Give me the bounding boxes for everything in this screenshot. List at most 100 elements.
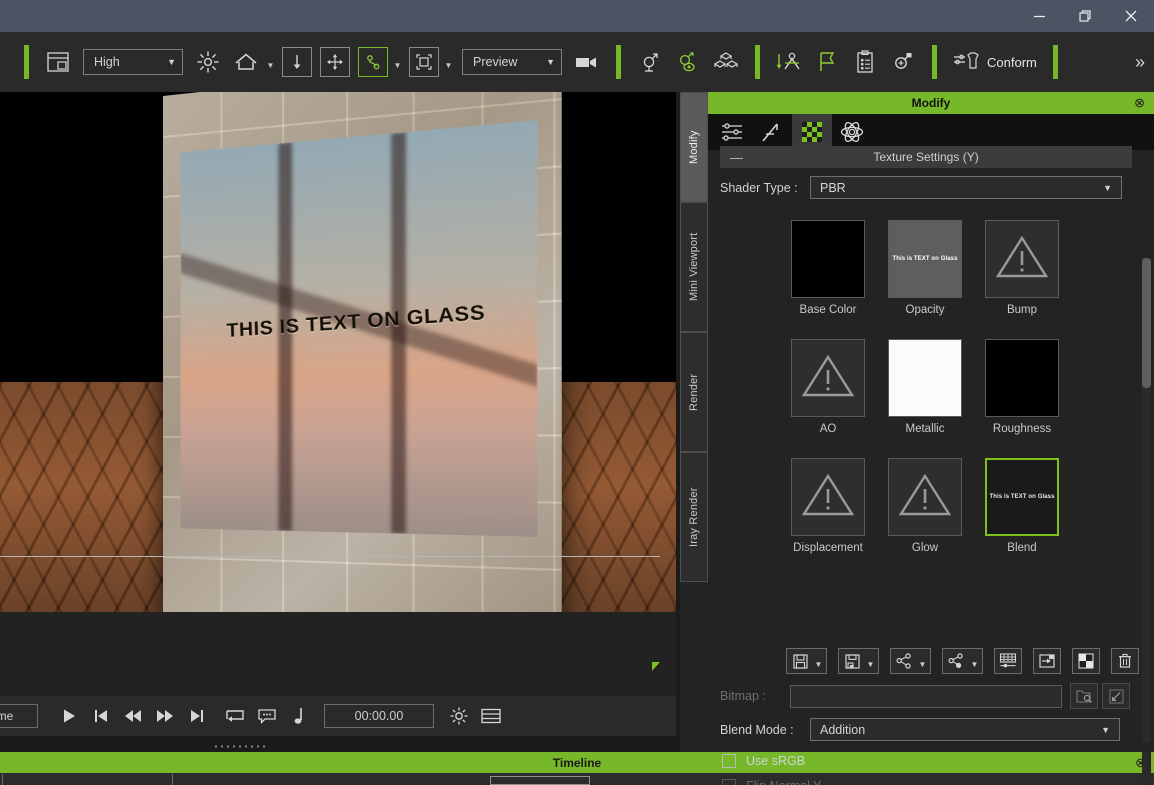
- texture-thumbnail[interactable]: [888, 458, 962, 536]
- texture-thumbnail[interactable]: [985, 339, 1059, 417]
- move-transform-icon[interactable]: [320, 47, 350, 77]
- quality-select[interactable]: High ▼: [83, 49, 183, 75]
- texture-thumbnail[interactable]: [791, 339, 865, 417]
- sun-light-icon[interactable]: [193, 47, 223, 77]
- slot-caption: Metallic: [905, 423, 945, 435]
- viewport-3d[interactable]: THIS IS TEXT ON GLASS: [0, 92, 676, 612]
- use-srgb-checkbox[interactable]: [722, 754, 736, 768]
- tab-texture[interactable]: [792, 114, 832, 150]
- panel-scrollbar-thumb[interactable]: [1142, 258, 1151, 388]
- texture-slot-metallic[interactable]: Metallic: [877, 339, 973, 435]
- save-as-texture-button[interactable]: [838, 648, 866, 674]
- camera-icon[interactable]: [572, 47, 602, 77]
- save-texture-button[interactable]: [786, 648, 814, 674]
- pose-dropdown-caret[interactable]: ▼: [392, 47, 403, 77]
- comment-icon[interactable]: [252, 701, 282, 731]
- male-figure-icon[interactable]: [635, 47, 665, 77]
- texture-thumbnail[interactable]: [791, 458, 865, 536]
- blocks-icon[interactable]: [711, 47, 741, 77]
- timeline-playhead-marker[interactable]: [652, 662, 660, 671]
- toolbar-separator: [932, 45, 937, 79]
- texture-thumbnail[interactable]: [791, 220, 865, 298]
- apply-pose-icon[interactable]: [774, 47, 804, 77]
- share-caret[interactable]: ▼: [915, 648, 931, 674]
- music-note-icon[interactable]: [284, 701, 314, 731]
- toolbar-overflow-button[interactable]: »: [1135, 52, 1145, 73]
- share-node-caret[interactable]: ▼: [967, 648, 983, 674]
- bitmap-input[interactable]: [790, 684, 1062, 708]
- bounding-box-icon[interactable]: [409, 47, 439, 77]
- skip-to-start-icon[interactable]: [86, 701, 116, 731]
- grid-adjust-button[interactable]: [994, 648, 1022, 674]
- modify-panel-header: Modify ⊗: [708, 92, 1154, 114]
- sidebar-item-render[interactable]: Render: [680, 332, 708, 452]
- conform-button[interactable]: Conform: [953, 51, 1037, 74]
- texture-thumbnail[interactable]: [888, 339, 962, 417]
- tab-pose[interactable]: [752, 114, 792, 150]
- save-texture-caret[interactable]: ▼: [811, 648, 827, 674]
- pose-edit-icon[interactable]: [673, 47, 703, 77]
- share-node-button[interactable]: [942, 648, 970, 674]
- list-panel-icon[interactable]: [476, 701, 506, 731]
- flip-normal-y-row: Flip Normal Y: [722, 779, 821, 785]
- clipboard-list-icon[interactable]: [850, 47, 880, 77]
- collapse-icon[interactable]: —: [730, 150, 743, 165]
- blend-mode-select[interactable]: Addition ▼: [810, 718, 1120, 741]
- gear-sun-icon[interactable]: [444, 701, 474, 731]
- timecode-field[interactable]: 00:00.00: [324, 704, 434, 728]
- fast-forward-icon[interactable]: [150, 701, 180, 731]
- sidebar-item-mini-viewport[interactable]: Mini Viewport: [680, 202, 708, 332]
- sidebar-item-modify[interactable]: Modify: [680, 92, 708, 202]
- save-as-texture-caret[interactable]: ▼: [863, 648, 879, 674]
- texture-slot-ao[interactable]: AO: [780, 339, 876, 435]
- time-label-field[interactable]: ime: [0, 704, 38, 728]
- timeline-clip[interactable]: [490, 776, 590, 785]
- panel-drag-grip[interactable]: [213, 744, 269, 749]
- loop-icon[interactable]: [220, 701, 250, 731]
- close-button[interactable]: [1108, 0, 1154, 32]
- sidebar-item-iray-render[interactable]: Iray Render: [680, 452, 708, 582]
- texture-thumbnail[interactable]: This is TEXT on Glass: [888, 220, 962, 298]
- texture-thumbnail[interactable]: [985, 220, 1059, 298]
- panel-close-icon[interactable]: ⊗: [1134, 95, 1145, 111]
- minimize-button[interactable]: [1016, 0, 1062, 32]
- play-icon[interactable]: [54, 701, 84, 731]
- home-dropdown-caret[interactable]: ▼: [265, 47, 276, 77]
- share-button[interactable]: [890, 648, 918, 674]
- restore-button[interactable]: [1062, 0, 1108, 32]
- use-srgb-row[interactable]: Use sRGB: [722, 754, 805, 768]
- texture-slot-bump[interactable]: Bump: [974, 220, 1070, 316]
- tab-physics[interactable]: [832, 114, 872, 150]
- texture-thumbnail[interactable]: This is TEXT on Glass: [985, 458, 1059, 536]
- texture-slot-base-color[interactable]: Base Color: [780, 220, 876, 316]
- texture-slot-blend[interactable]: This is TEXT on Glass Blend: [974, 458, 1070, 554]
- folder-search-icon[interactable]: [1070, 683, 1098, 709]
- shader-type-select[interactable]: PBR ▼: [810, 176, 1122, 199]
- skip-to-end-icon[interactable]: [182, 701, 212, 731]
- panel-scrollbar[interactable]: [1142, 258, 1151, 785]
- pick-arrow-icon[interactable]: [1102, 683, 1130, 709]
- pose-figure-icon[interactable]: [358, 47, 388, 77]
- preview-select[interactable]: Preview ▼: [462, 49, 562, 75]
- rewind-icon[interactable]: [118, 701, 148, 731]
- layout-panel-icon[interactable]: [43, 47, 73, 77]
- drop-to-floor-icon[interactable]: [282, 47, 312, 77]
- texture-slot-roughness[interactable]: Roughness: [974, 339, 1070, 435]
- magnify-sphere-icon[interactable]: [888, 47, 918, 77]
- checker-button[interactable]: [1072, 648, 1100, 674]
- slot-caption: Bump: [1006, 304, 1038, 316]
- blend-mode-row: Blend Mode : Addition ▼: [720, 718, 1140, 741]
- texture-settings-section-header[interactable]: — Texture Settings (Y): [720, 146, 1132, 168]
- texture-slot-displacement[interactable]: Displacement: [780, 458, 876, 554]
- texture-slot-glow[interactable]: Glow: [877, 458, 973, 554]
- texture-slot-opacity[interactable]: This is TEXT on Glass Opacity: [877, 220, 973, 316]
- delete-button[interactable]: [1111, 648, 1139, 674]
- home-icon[interactable]: [231, 47, 261, 77]
- save-as-texture-group: ▼: [838, 648, 879, 674]
- flag-icon[interactable]: [812, 47, 842, 77]
- tab-sliders[interactable]: [712, 114, 752, 150]
- save-texture-group: ▼: [786, 648, 827, 674]
- bitmap-label: Bitmap :: [720, 689, 766, 703]
- bbox-dropdown-caret[interactable]: ▼: [443, 47, 454, 77]
- import-button[interactable]: [1033, 648, 1061, 674]
